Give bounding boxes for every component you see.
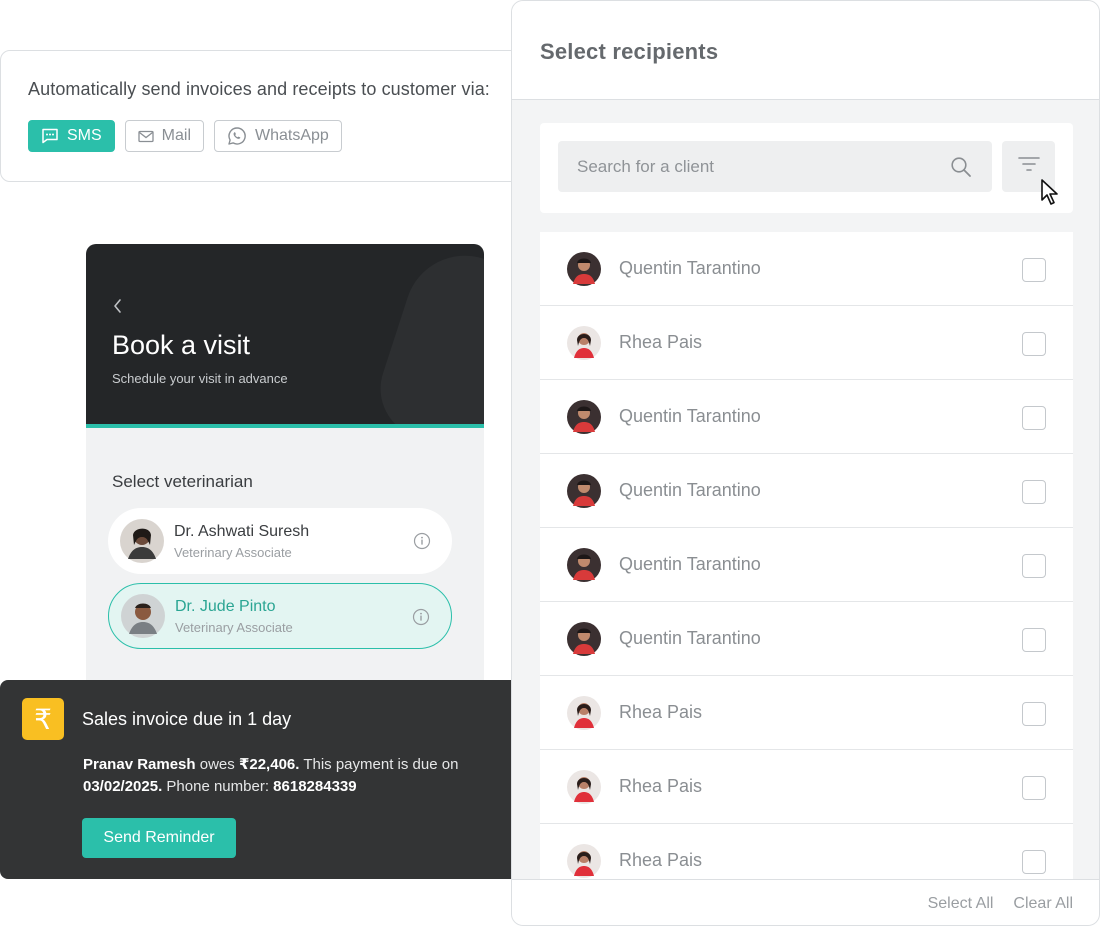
channel-options: SMS Mail WhatsApp <box>28 120 539 152</box>
recipient-list: Quentin Tarantino Rhea Pais Quentin Tarant… <box>540 232 1073 898</box>
list-item[interactable]: Rhea Pais <box>540 750 1073 824</box>
recipient-name: Quentin Tarantino <box>619 406 761 426</box>
avatar <box>567 399 601 434</box>
book-visit-body: Select veterinarian Dr. Ashwati Suresh V… <box>86 428 484 649</box>
panel-footer: Select All Clear All <box>512 879 1099 925</box>
search-box[interactable] <box>558 141 992 192</box>
invoice-title: Sales invoice due in 1 day <box>82 708 292 729</box>
recipient-name: Rhea Pais <box>619 702 703 722</box>
mail-label: Mail <box>161 127 192 144</box>
auto-send-title: Automatically send invoices and receipts… <box>28 79 490 99</box>
customer-name: Pranav Ramesh <box>83 756 196 773</box>
select-all-button[interactable]: Select All <box>928 895 994 913</box>
whatsapp-label: WhatsApp <box>255 127 329 144</box>
vet-info: Dr. Jude Pinto Veterinary Associate <box>175 598 293 635</box>
recipient-checkbox[interactable] <box>1022 850 1046 874</box>
search-bar-container <box>540 123 1073 213</box>
sms-icon <box>41 128 59 144</box>
recipient-name: Rhea Pais <box>619 332 703 352</box>
chevron-left-icon[interactable] <box>112 298 126 314</box>
sms-button[interactable]: SMS <box>28 120 115 152</box>
avatar <box>567 843 601 878</box>
list-item[interactable]: Rhea Pais <box>540 306 1073 380</box>
vet-option-ashwati[interactable]: Dr. Ashwati Suresh Veterinary Associate <box>108 508 452 574</box>
recipient-checkbox[interactable] <box>1022 258 1046 282</box>
list-item[interactable]: Quentin Tarantino <box>540 528 1073 602</box>
recipient-name: Quentin Tarantino <box>619 258 761 278</box>
recipient-name: Quentin Tarantino <box>619 628 761 648</box>
phone-number: 8618284339 <box>273 778 357 795</box>
rupee-icon: ₹ <box>22 698 64 740</box>
avatar <box>567 325 601 360</box>
clear-all-button[interactable]: Clear All <box>1013 895 1073 913</box>
recipient-name: Quentin Tarantino <box>619 480 761 500</box>
mail-icon <box>138 130 154 143</box>
vet-role: Veterinary Associate <box>175 619 293 635</box>
due-text: This payment is due on <box>303 756 459 773</box>
list-item[interactable]: Rhea Pais <box>540 676 1073 750</box>
book-visit-card: Book a visit Schedule your visit in adva… <box>86 244 484 714</box>
mail-button[interactable]: Mail <box>124 120 205 152</box>
search-input[interactable] <box>577 156 937 177</box>
vet-name: Dr. Jude Pinto <box>175 597 276 615</box>
amount-due: ₹22,406. <box>238 756 300 773</box>
list-item[interactable]: Quentin Tarantino <box>540 380 1073 454</box>
recipient-checkbox[interactable] <box>1022 480 1046 504</box>
info-icon[interactable] <box>412 608 430 631</box>
avatar <box>567 473 601 508</box>
avatar <box>567 251 601 286</box>
invoice-header: ₹ Sales invoice due in 1 day <box>22 698 530 740</box>
mouse-cursor-icon <box>1040 178 1060 211</box>
sms-label: SMS <box>67 127 102 144</box>
book-visit-subtitle: Schedule your visit in advance <box>112 371 288 386</box>
recipient-checkbox[interactable] <box>1022 628 1046 652</box>
list-item[interactable]: Quentin Tarantino <box>540 232 1073 306</box>
invoice-notification: ₹ Sales invoice due in 1 day Pranav Rame… <box>0 680 530 879</box>
select-recipients-panel: Select recipients Quentin Tarantino Rhea … <box>511 0 1100 926</box>
phone-label: Phone number: <box>166 778 269 795</box>
info-icon[interactable] <box>413 532 431 555</box>
list-item[interactable]: Quentin Tarantino <box>540 454 1073 528</box>
due-date: 03/02/2025. <box>83 778 163 795</box>
whatsapp-icon <box>227 126 247 146</box>
avatar <box>567 621 601 656</box>
recipient-name: Quentin Tarantino <box>619 554 761 574</box>
select-veterinarian-label: Select veterinarian <box>112 472 253 491</box>
list-item[interactable]: Quentin Tarantino <box>540 602 1073 676</box>
auto-send-card: Automatically send invoices and receipts… <box>0 50 540 182</box>
recipient-name: Rhea Pais <box>619 850 703 870</box>
whatsapp-button[interactable]: WhatsApp <box>214 120 342 152</box>
avatar <box>120 519 164 563</box>
recipient-checkbox[interactable] <box>1022 702 1046 726</box>
recipient-checkbox[interactable] <box>1022 406 1046 430</box>
book-visit-title: Book a visit <box>112 330 251 360</box>
filter-icon <box>1017 156 1040 177</box>
recipient-checkbox[interactable] <box>1022 776 1046 800</box>
owes-text: owes <box>199 756 235 773</box>
vet-role: Veterinary Associate <box>174 544 292 560</box>
avatar <box>567 769 601 804</box>
avatar <box>121 594 165 638</box>
book-visit-header: Book a visit Schedule your visit in adva… <box>86 244 484 428</box>
send-reminder-button[interactable]: Send Reminder <box>82 818 236 858</box>
avatar <box>567 695 601 730</box>
invoice-message: Pranav Ramesh owes ₹22,406. This payment… <box>83 754 513 798</box>
avatar <box>567 547 601 582</box>
vet-info: Dr. Ashwati Suresh Veterinary Associate <box>174 523 309 560</box>
recipient-checkbox[interactable] <box>1022 332 1046 356</box>
search-icon[interactable] <box>950 156 972 183</box>
panel-title: Select recipients <box>540 39 719 64</box>
vet-option-jude[interactable]: Dr. Jude Pinto Veterinary Associate <box>108 583 452 649</box>
recipient-name: Rhea Pais <box>619 776 703 796</box>
recipient-checkbox[interactable] <box>1022 554 1046 578</box>
vet-name: Dr. Ashwati Suresh <box>174 522 310 540</box>
panel-header: Select recipients <box>512 1 1099 100</box>
